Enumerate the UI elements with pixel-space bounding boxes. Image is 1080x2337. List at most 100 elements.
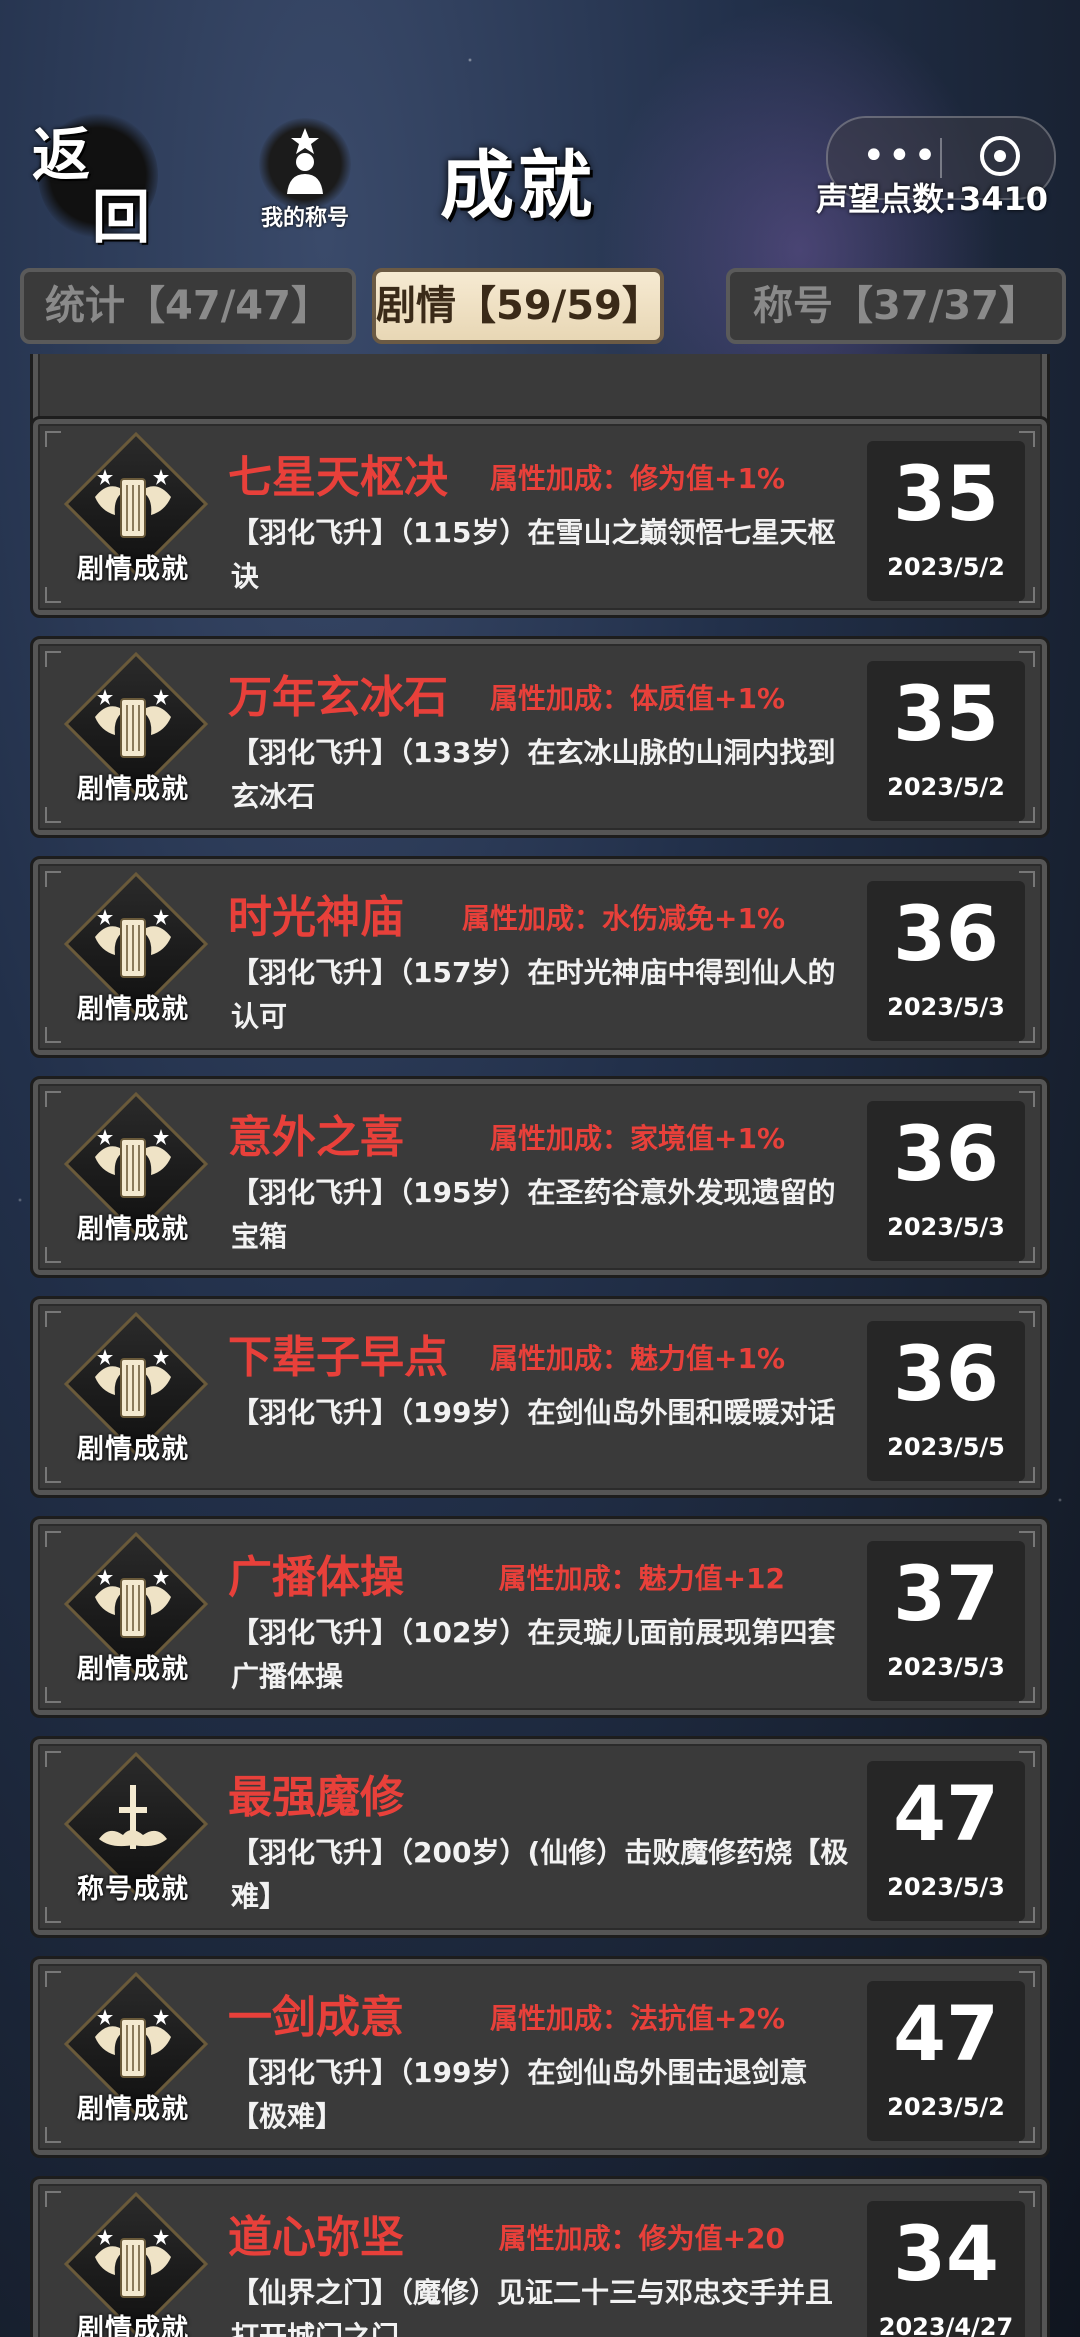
achievement-badge: 剧情成就	[63, 431, 209, 597]
achievement-points: 37	[893, 1549, 999, 1638]
achievement-name: 七星天枢决	[228, 452, 448, 503]
achievement-badge: 剧情成就	[63, 1971, 209, 2137]
more-dots-icon[interactable]: •••	[862, 136, 939, 176]
achievement-card[interactable]: 剧情成就 一剑成意 属性加成：法抗值+2% 【羽化飞升】（199岁）在剑仙岛外围击退剑…	[30, 1956, 1050, 2158]
achievement-points: 36	[893, 1109, 999, 1198]
card-corner-ornament	[45, 1531, 61, 1547]
card-corner-ornament	[45, 1027, 61, 1043]
card-corner-ornament	[45, 1751, 61, 1767]
achievement-bonus: 属性加成：法抗值+2%	[490, 2002, 785, 2035]
tab-statistics[interactable]: 统计【47/47】	[20, 268, 356, 344]
achievement-name: 广播体操	[228, 1552, 404, 1603]
achievement-card[interactable]: 剧情成就 意外之喜 属性加成：家境值+1% 【羽化飞升】（195岁）在圣药谷意外发现遗…	[30, 1076, 1050, 1278]
achievement-description: 【羽化飞升】（199岁）在剑仙岛外围和暖暖对话	[231, 1396, 836, 1429]
achievement-description: 【羽化飞升】（115岁）在雪山之巅领悟七星天枢诀	[231, 516, 836, 593]
card-corner-ornament	[45, 1687, 61, 1703]
page-title: 成就	[440, 143, 596, 229]
achievement-points: 34	[893, 2209, 999, 2298]
wings-scroll-icon	[95, 1129, 171, 1198]
score-box: 36 2023/5/3	[867, 1101, 1025, 1261]
badge-label: 称号成就	[77, 1874, 189, 1905]
achievement-bonus: 属性加成：水伤减免+1%	[462, 902, 785, 935]
achievement-badge: 称号成就	[63, 1751, 209, 1917]
achievement-badge: 剧情成就	[63, 651, 209, 817]
wings-scroll-icon	[95, 909, 171, 978]
score-box: 35 2023/5/2	[867, 441, 1025, 601]
wings-scroll-icon	[95, 2009, 171, 2078]
achievement-description: 【羽化飞升】（133岁）在玄冰山脉的山洞内找到玄冰石	[231, 736, 836, 813]
my-title-label: 我的称号	[260, 206, 349, 231]
badge-label: 剧情成就	[77, 2314, 189, 2337]
achievement-card[interactable]: 剧情成就 广播体操 属性加成：魅力值+12 【羽化飞升】（102岁）在灵璇儿面前展现第…	[30, 1516, 1050, 1718]
back-label-bottom: 回	[92, 183, 151, 251]
card-corner-ornament	[45, 1971, 61, 1987]
badge-label: 剧情成就	[77, 1434, 189, 1465]
target-icon[interactable]	[980, 136, 1020, 176]
achievement-bonus: 属性加成：体质值+1%	[490, 682, 785, 715]
card-corner-ornament	[45, 1467, 61, 1483]
wings-scroll-icon	[95, 1349, 171, 1418]
achievement-bonus: 属性加成：家境值+1%	[490, 1122, 785, 1155]
card-corner-ornament	[45, 651, 61, 667]
achievement-card[interactable]: 剧情成就 时光神庙 属性加成：水伤减免+1% 【羽化飞升】（157岁）在时光神庙中得到…	[30, 856, 1050, 1058]
achievement-badge: 剧情成就	[63, 1091, 209, 1257]
score-box: 35 2023/5/2	[867, 661, 1025, 821]
achievement-description: 【羽化飞升】（157岁）在时光神庙中得到仙人的认可	[231, 956, 836, 1033]
wings-scroll-icon	[95, 2229, 171, 2298]
achievement-date: 2023/5/3	[887, 1213, 1005, 1241]
tab-titles[interactable]: 称号【37/37】	[726, 268, 1066, 344]
prestige-value: 3410	[958, 180, 1048, 218]
achievement-name: 时光神庙	[228, 892, 404, 943]
card-corner-ornament	[45, 2127, 61, 2143]
badge-label: 剧情成就	[77, 774, 189, 805]
achievement-card[interactable]: 剧情成就 万年玄冰石 属性加成：体质值+1% 【羽化飞升】（133岁）在玄冰山脉的山洞…	[30, 636, 1050, 838]
card-corner-ornament	[45, 1247, 61, 1263]
wings-scroll-icon	[95, 689, 171, 758]
achievement-points: 35	[893, 449, 999, 538]
achievement-card[interactable]: 剧情成就 下辈子早点 属性加成：魅力值+1% 【羽化飞升】（199岁）在剑仙岛外围和暖…	[30, 1296, 1050, 1498]
achievement-name: 下辈子早点	[228, 1332, 448, 1383]
achievement-date: 2023/5/3	[887, 1873, 1005, 1901]
achievement-points: 35	[893, 669, 999, 758]
achievement-name: 意外之喜	[228, 1112, 404, 1163]
achievement-points: 47	[893, 1989, 999, 2078]
card-corner-ornament	[45, 1311, 61, 1327]
tab-story[interactable]: 剧情【59/59】	[372, 268, 664, 344]
achievement-name: 一剑成意	[228, 1992, 404, 2043]
achievement-name: 最强魔修	[228, 1772, 404, 1823]
card-corner-ornament	[45, 587, 61, 603]
prestige-label: 声望点数:	[816, 180, 957, 218]
achievement-card[interactable]: 剧情成就 七星天枢决 属性加成：修为值+1% 【羽化飞升】（115岁）在雪山之巅领悟七…	[30, 416, 1050, 618]
achievement-list[interactable]: 剧情成就 七星天枢决 属性加成：修为值+1% 【羽化飞升】（115岁）在雪山之巅领悟七…	[0, 354, 1080, 2337]
score-box: 36 2023/5/5	[867, 1321, 1025, 1481]
badge-label: 剧情成就	[77, 554, 189, 585]
achievement-badge: 剧情成就	[63, 1311, 209, 1477]
achievement-description: 【仙界之门】（魔修）见证二十三与邓忠交手并且打开城门之门	[231, 2276, 834, 2337]
sword-cloud-icon	[99, 1785, 167, 1849]
achievement-badge: 剧情成就	[63, 2191, 209, 2337]
achievement-date: 2023/5/2	[887, 773, 1005, 801]
achievement-points: 36	[893, 1329, 999, 1418]
achievement-badge: 剧情成就	[63, 871, 209, 1037]
achievement-description: 【羽化飞升】（199岁）在剑仙岛外围击退剑意【极难】	[231, 2056, 808, 2133]
score-box: 47 2023/5/3	[867, 1761, 1025, 1921]
achievement-date: 2023/5/5	[887, 1433, 1005, 1461]
achievement-bonus: 属性加成：魅力值+12	[498, 1562, 785, 1595]
achievement-date: 2023/5/3	[887, 993, 1005, 1021]
achievement-card[interactable]: 剧情成就 道心弥坚 属性加成：修为值+20 【仙界之门】（魔修）见证二十三与邓忠交手并…	[30, 2176, 1050, 2337]
achievement-name: 万年玄冰石	[228, 672, 448, 723]
person-icon	[259, 118, 351, 210]
prestige-points: 声望点数:3410	[816, 174, 1048, 220]
achievement-points: 47	[893, 1769, 999, 1858]
my-title-button[interactable]: 我的称号	[240, 118, 370, 238]
achievement-card[interactable]: 称号成就 最强魔修 【羽化飞升】（200岁）(仙修）击败魔修药烧【极难】 47 2023…	[30, 1736, 1050, 1938]
wings-scroll-icon	[95, 1569, 171, 1638]
back-button[interactable]: 返 回	[28, 108, 168, 251]
achievement-description: 【羽化飞升】（102岁）在灵璇儿面前展现第四套广播体操	[231, 1616, 836, 1693]
card-corner-ornament	[45, 431, 61, 447]
badge-label: 剧情成就	[77, 994, 189, 1025]
score-box: 47 2023/5/2	[867, 1981, 1025, 2141]
achievement-bonus: 属性加成：修为值+20	[498, 2222, 785, 2255]
achievement-date: 2023/5/2	[887, 2093, 1005, 2121]
badge-label: 剧情成就	[77, 1654, 189, 1685]
